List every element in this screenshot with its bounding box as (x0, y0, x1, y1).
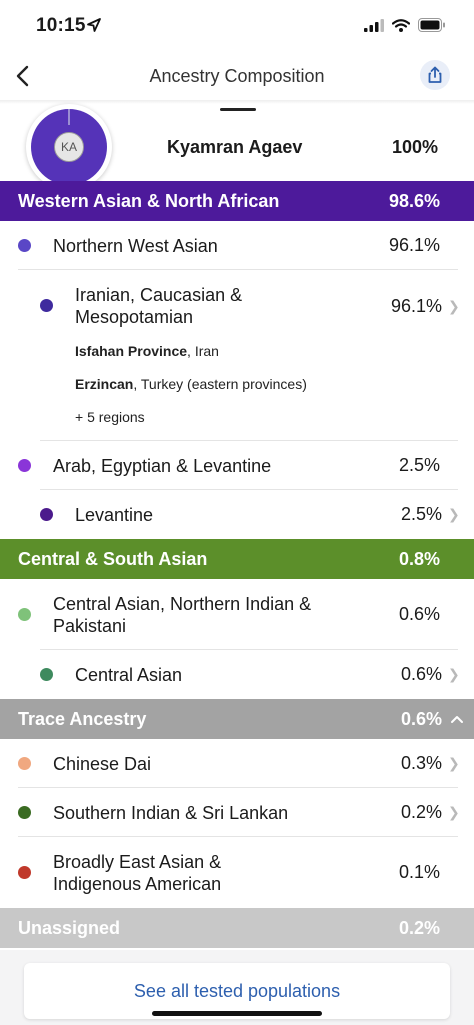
list-item-arab-egyptian-levantine[interactable]: Arab, Egyptian & Levantine 2.5% (0, 441, 474, 490)
color-dot (40, 299, 53, 312)
avatar: KA (54, 132, 84, 162)
wifi-icon (392, 18, 410, 32)
item-value: 0.2% ❯ (400, 802, 460, 823)
item-label: Iranian, Caucasian & Mesopotamian (75, 285, 243, 327)
donut-ring: KA (31, 109, 107, 185)
list-item-northern-west-asian[interactable]: Northern West Asian 96.1% (0, 221, 474, 270)
item-label: Arab, Egyptian & Levantine (53, 456, 272, 476)
chevron-up-icon[interactable] (450, 714, 464, 724)
ancestry-donut-chart: KA (26, 104, 112, 190)
chevron-right-icon: ❯ (448, 804, 460, 820)
item-percent: 96.1% (390, 296, 442, 316)
drag-handle[interactable] (220, 108, 256, 111)
list-item-chinese-dai[interactable]: Chinese Dai 0.3% ❯ (0, 739, 474, 788)
location-arrow-icon (87, 18, 101, 32)
group-percent: 0.6% (400, 708, 442, 729)
profile-percent: 100% (391, 137, 438, 157)
chevron-right-icon: ❯ (448, 666, 460, 682)
item-label: Broadly East Asian & Indigenous American (53, 852, 222, 894)
item-content: Iranian, Caucasian & Mesopotamian Isfaha… (75, 284, 307, 428)
item-percent: 0.6% (400, 664, 442, 684)
status-time: 10:15 (36, 15, 86, 36)
item-value: 0.6% ❯ (400, 664, 460, 685)
item-label: Southern Indian & Sri Lankan (53, 803, 289, 823)
color-dot (18, 757, 31, 770)
region-country: , Iran (187, 343, 219, 359)
chevron-right-icon: ❯ (448, 298, 460, 314)
item-label: Levantine (75, 505, 154, 525)
group-percent: 0.8% (398, 548, 440, 569)
item-percent: 96.1% (388, 235, 440, 255)
item-percent: 0.3% (400, 753, 442, 773)
status-icons (364, 18, 446, 32)
color-dot (18, 608, 31, 621)
chevron-right-icon: ❯ (448, 755, 460, 771)
item-value: 0.3% ❯ (400, 753, 460, 774)
footer: See all tested populations (0, 950, 474, 1025)
profile-name: Kyamran Agaev (167, 137, 303, 157)
item-label: Central Asian (75, 665, 183, 685)
battery-icon (418, 18, 445, 32)
more-regions: + 5 regions (75, 409, 145, 425)
item-label: Central Asian, Northern Indian & Pakista… (53, 594, 312, 636)
item-percent: 0.6% (398, 604, 440, 624)
region-detail-2: Erzincan, Turkey (eastern provinces) (75, 373, 355, 395)
group-label: Central & South Asian (18, 548, 208, 569)
group-label: Western Asian & North African (18, 190, 280, 211)
group-percent: 0.2% (398, 917, 440, 938)
list-item-central-asian-northern-indian-pakistani[interactable]: Central Asian, Northern Indian & Pakista… (0, 579, 474, 650)
list-item-southern-indian-sri-lankan[interactable]: Southern Indian & Sri Lankan 0.2% ❯ (0, 788, 474, 837)
item-percent: 0.2% (400, 802, 442, 822)
list-item-levantine[interactable]: Levantine 2.5% ❯ (0, 490, 474, 539)
composition-list: Western Asian & North African 98.6% Nort… (0, 181, 474, 948)
color-dot (40, 508, 53, 521)
page-title: Ancestry Composition (149, 66, 325, 86)
region-name: Isfahan Province (75, 343, 188, 359)
item-percent: 0.1% (398, 862, 440, 882)
item-percent: 2.5% (398, 455, 440, 475)
list-item-central-asian[interactable]: Central Asian 0.6% ❯ (0, 650, 474, 699)
share-button[interactable] (420, 60, 450, 90)
group-percent: 98.6% (388, 190, 440, 211)
group-header-western-asian[interactable]: Western Asian & North African 98.6% (0, 181, 474, 221)
list-item-iranian-caucasian-mesopotamian[interactable]: Iranian, Caucasian & Mesopotamian Isfaha… (0, 270, 474, 441)
group-label: Trace Ancestry (18, 708, 147, 729)
signal-icon (364, 18, 384, 32)
item-label: Northern West Asian (53, 236, 218, 256)
group-header-unassigned: Unassigned 0.2% (0, 908, 474, 948)
color-dot (18, 866, 31, 879)
item-value: 96.1% ❯ (390, 296, 460, 317)
share-icon (428, 66, 442, 83)
group-header-trace-ancestry[interactable]: Trace Ancestry 0.6% (0, 699, 474, 739)
donut-slice-gap (68, 109, 70, 125)
home-indicator (152, 1011, 322, 1016)
status-bar: 10:15 (0, 0, 474, 54)
group-label: Unassigned (18, 917, 121, 938)
profile-row: KA Kyamran Agaev 100% (0, 104, 474, 190)
item-value: 2.5% ❯ (400, 504, 460, 525)
color-dot (18, 806, 31, 819)
item-percent: 2.5% (400, 504, 442, 524)
chevron-right-icon: ❯ (448, 506, 460, 522)
color-dot (18, 459, 31, 472)
item-label: Chinese Dai (53, 754, 152, 774)
color-dot (40, 668, 53, 681)
list-item-broadly-east-asian-indigenous-american[interactable]: Broadly East Asian & Indigenous American… (0, 837, 474, 908)
color-dot (18, 239, 31, 252)
group-header-central-south-asian[interactable]: Central & South Asian 0.8% (0, 539, 474, 579)
nav-bar: Ancestry Composition (0, 54, 474, 100)
region-name: Erzincan (75, 376, 134, 392)
region-detail-1: Isfahan Province, Iran (75, 340, 305, 362)
group-percent-wrap: 0.6% (401, 709, 464, 730)
region-country: , Turkey (eastern provinces) (133, 376, 307, 392)
